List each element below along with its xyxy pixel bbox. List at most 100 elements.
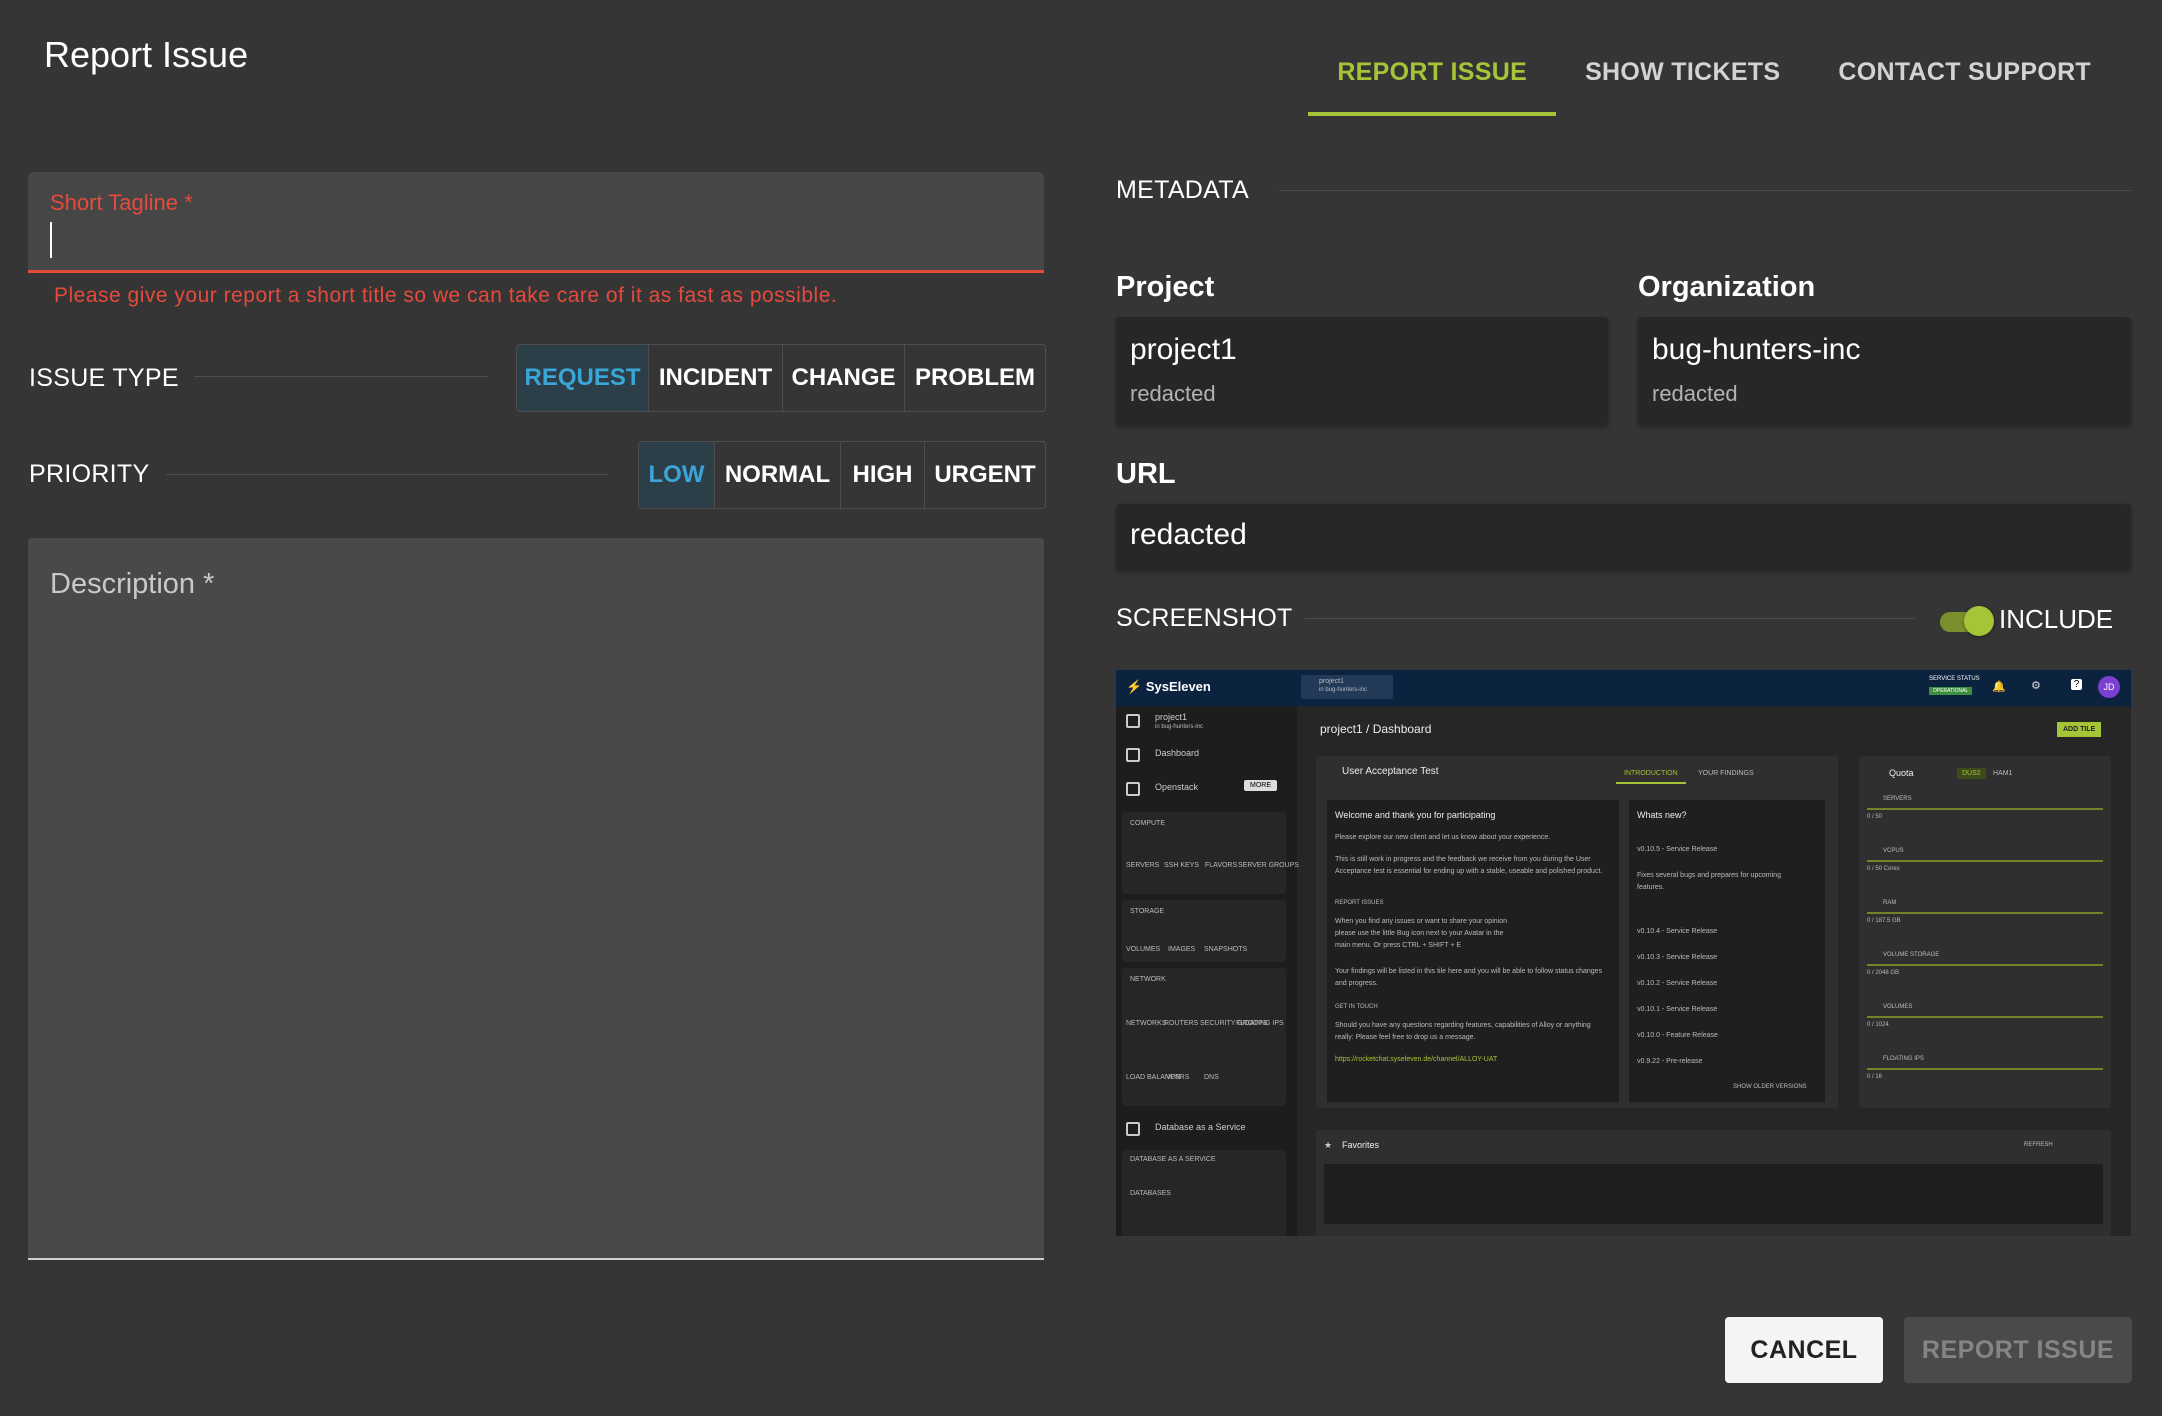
report-issue-button[interactable]: REPORT ISSUE: [1904, 1317, 2132, 1383]
screenshot-preview: ⚡ SysEleven project1 in bug-hunters-inc …: [1116, 670, 2131, 1236]
preview-quota-bar-2: [1867, 860, 2103, 862]
include-screenshot-toggle[interactable]: [1940, 604, 1998, 636]
brand-logo-icon: ⚡: [1126, 679, 1143, 694]
preview-openstack-icon: [1126, 782, 1140, 796]
description-label: Description *: [50, 568, 215, 600]
preview-release-4: v0.10.1 - Service Release: [1637, 1006, 1718, 1013]
preview-quota-bar-4: [1867, 964, 2103, 966]
issue-type-toggle-group: REQUEST INCIDENT CHANGE PROBLEM: [516, 344, 1046, 412]
short-tagline-input[interactable]: [50, 220, 1014, 262]
preview-compute-servers: SERVERS: [1126, 862, 1160, 869]
preview-brand-text: SysEleven: [1145, 679, 1211, 694]
preview-uat-p1: Please explore our new client and let us…: [1335, 834, 1551, 841]
screenshot-label: SCREENSHOT: [1116, 604, 1293, 632]
preview-more-button: MORE: [1244, 780, 1277, 791]
preview-network-dns: DNS: [1204, 1074, 1219, 1081]
preview-bug-icon: ⚙: [2031, 680, 2041, 692]
preview-dbaas-group: DATABASE AS A SERVICE DATABASES: [1122, 1150, 1286, 1236]
preview-whats-new: Whats new? v0.10.5 - Service Release Fix…: [1629, 800, 1825, 1102]
preview-quota-label-2: VCPUS: [1883, 848, 1904, 854]
preview-dashboard-icon: [1126, 748, 1140, 762]
tab-report-issue[interactable]: REPORT ISSUE: [1308, 40, 1557, 116]
url-value: redacted: [1130, 518, 1247, 551]
preview-uat-touch-label: GET IN TOUCH: [1335, 1004, 1378, 1010]
preview-network-floating: FLOATING IPS: [1236, 1020, 1284, 1027]
preview-service-status: SERVICE STATUS: [1929, 676, 1980, 682]
preview-topbar: ⚡ SysEleven project1 in bug-hunters-inc …: [1116, 670, 2131, 706]
organization-card: bug-hunters-inc redacted: [1638, 317, 2131, 425]
preview-quota-tile: Quota DUS2 HAM1 SERVERS 0 / 50 VCPUS 0 /…: [1859, 756, 2111, 1108]
short-tagline-field[interactable]: Short Tagline *: [28, 172, 1044, 273]
priority-urgent[interactable]: URGENT: [925, 442, 1045, 508]
preview-uat-p5: Should you have any questions regarding …: [1335, 1022, 1591, 1041]
preview-dbaas-databases: DATABASES: [1130, 1190, 1171, 1197]
project-sub: redacted: [1130, 381, 1216, 406]
preview-add-tile-button: ADD TILE: [2057, 722, 2102, 737]
tab-contact-support[interactable]: CONTACT SUPPORT: [1809, 40, 2120, 116]
preview-network-networks: NETWORKS: [1126, 1020, 1167, 1027]
preview-network-vpn: VPN: [1166, 1074, 1181, 1081]
preview-quota-bar-5: [1867, 1016, 2103, 1018]
preview-uat-link: https://rocketchat.syseleven.de/channel/…: [1335, 1056, 1498, 1063]
preview-uat-welcome: Welcome and thank you for participating: [1335, 810, 1496, 820]
cancel-button[interactable]: CANCEL: [1725, 1317, 1883, 1383]
preview-project-switch: project1 in bug-hunters-inc: [1301, 675, 1393, 699]
preview-sidebar: project1 in bug-hunters-inc Dashboard Op…: [1116, 706, 1299, 1236]
preview-project-switch-name: project1: [1319, 678, 1344, 685]
description-textarea[interactable]: Description *: [28, 538, 1044, 1260]
preview-dbaas-icon: [1126, 1122, 1140, 1136]
preview-uat-tile: User Acceptance Test INTRODUCTION YOUR F…: [1316, 756, 1838, 1108]
issue-type-problem[interactable]: PROBLEM: [905, 345, 1045, 411]
issue-type-incident[interactable]: INCIDENT: [649, 345, 783, 411]
preview-favorites-refresh: REFRESH: [2024, 1142, 2053, 1148]
preview-release-5: v0.10.0 - Feature Release: [1637, 1032, 1718, 1039]
preview-brand: ⚡ SysEleven: [1126, 679, 1211, 695]
preview-quota-value-1: 0 / 50: [1867, 814, 1883, 820]
preview-sidebar-openstack: Openstack: [1155, 782, 1199, 792]
url-heading: URL: [1116, 458, 1176, 490]
metadata-divider: [1279, 190, 2131, 191]
preview-quota-label-5: VOLUMES: [1883, 1004, 1913, 1010]
preview-uat-p2: This is still work in progress and the f…: [1335, 856, 1603, 875]
preview-quota-label-6: FLOATING IPS: [1883, 1056, 1924, 1062]
issue-type-change[interactable]: CHANGE: [783, 345, 905, 411]
preview-favorites-tile: ★ Favorites REFRESH: [1316, 1130, 2111, 1236]
preview-release-6: v0.9.22 - Pre-release: [1637, 1058, 1703, 1065]
dialog-title: Report Issue: [44, 34, 249, 75]
preview-network-label: NETWORK: [1130, 976, 1166, 983]
preview-sidebar-project: project1: [1155, 712, 1188, 722]
preview-storage-snapshots: SNAPSHOTS: [1204, 946, 1248, 953]
preview-storage-label: STORAGE: [1130, 908, 1165, 915]
priority-high[interactable]: HIGH: [841, 442, 925, 508]
preview-quota-value-2: 0 / 50 Cores: [1867, 866, 1900, 872]
priority-label: PRIORITY: [29, 460, 150, 488]
tab-show-tickets[interactable]: SHOW TICKETS: [1556, 40, 1809, 116]
preview-bell-icon: 🔔: [1992, 681, 2006, 693]
priority-normal[interactable]: NORMAL: [715, 442, 841, 508]
preview-quota-bar-1: [1867, 808, 2103, 810]
preview-service-badge: OPERATIONAL: [1929, 687, 1973, 695]
preview-quota-value-4: 0 / 2048 GB: [1867, 970, 1900, 976]
preview-breadcrumb: project1 / Dashboard: [1320, 722, 1432, 736]
preview-compute-label: COMPUTE: [1130, 820, 1165, 827]
preview-quota-region-ham1: HAM1: [1993, 770, 2013, 777]
preview-avatar: JD: [2098, 676, 2120, 698]
preview-favorites-title: Favorites: [1342, 1140, 1380, 1150]
preview-uat-body: Welcome and thank you for participating …: [1327, 800, 1619, 1102]
preview-whats-new-first-desc: Fixes several bugs and prepares for upco…: [1637, 872, 1781, 891]
preview-dbaas-label: DATABASE AS A SERVICE: [1130, 1156, 1216, 1163]
issue-type-request[interactable]: REQUEST: [517, 345, 649, 411]
issue-type-label: ISSUE TYPE: [29, 364, 179, 392]
preview-compute-servergroups: SERVER GROUPS: [1238, 862, 1299, 869]
short-tagline-error: Please give your report a short title so…: [54, 284, 838, 307]
preview-compute-sshkeys: SSH KEYS: [1164, 862, 1200, 869]
preview-quota-value-5: 0 / 1024: [1867, 1022, 1889, 1028]
screenshot-divider: [1305, 618, 1915, 619]
preview-uat-report-label: REPORT ISSUES: [1335, 900, 1384, 906]
priority-divider: [166, 474, 608, 475]
preview-project-folder-icon: [1126, 714, 1140, 728]
organization-heading: Organization: [1638, 271, 1816, 303]
preview-quota-title: Quota: [1889, 768, 1914, 778]
priority-low[interactable]: LOW: [639, 442, 715, 508]
preview-show-older: SHOW OLDER VERSIONS: [1733, 1084, 1807, 1090]
